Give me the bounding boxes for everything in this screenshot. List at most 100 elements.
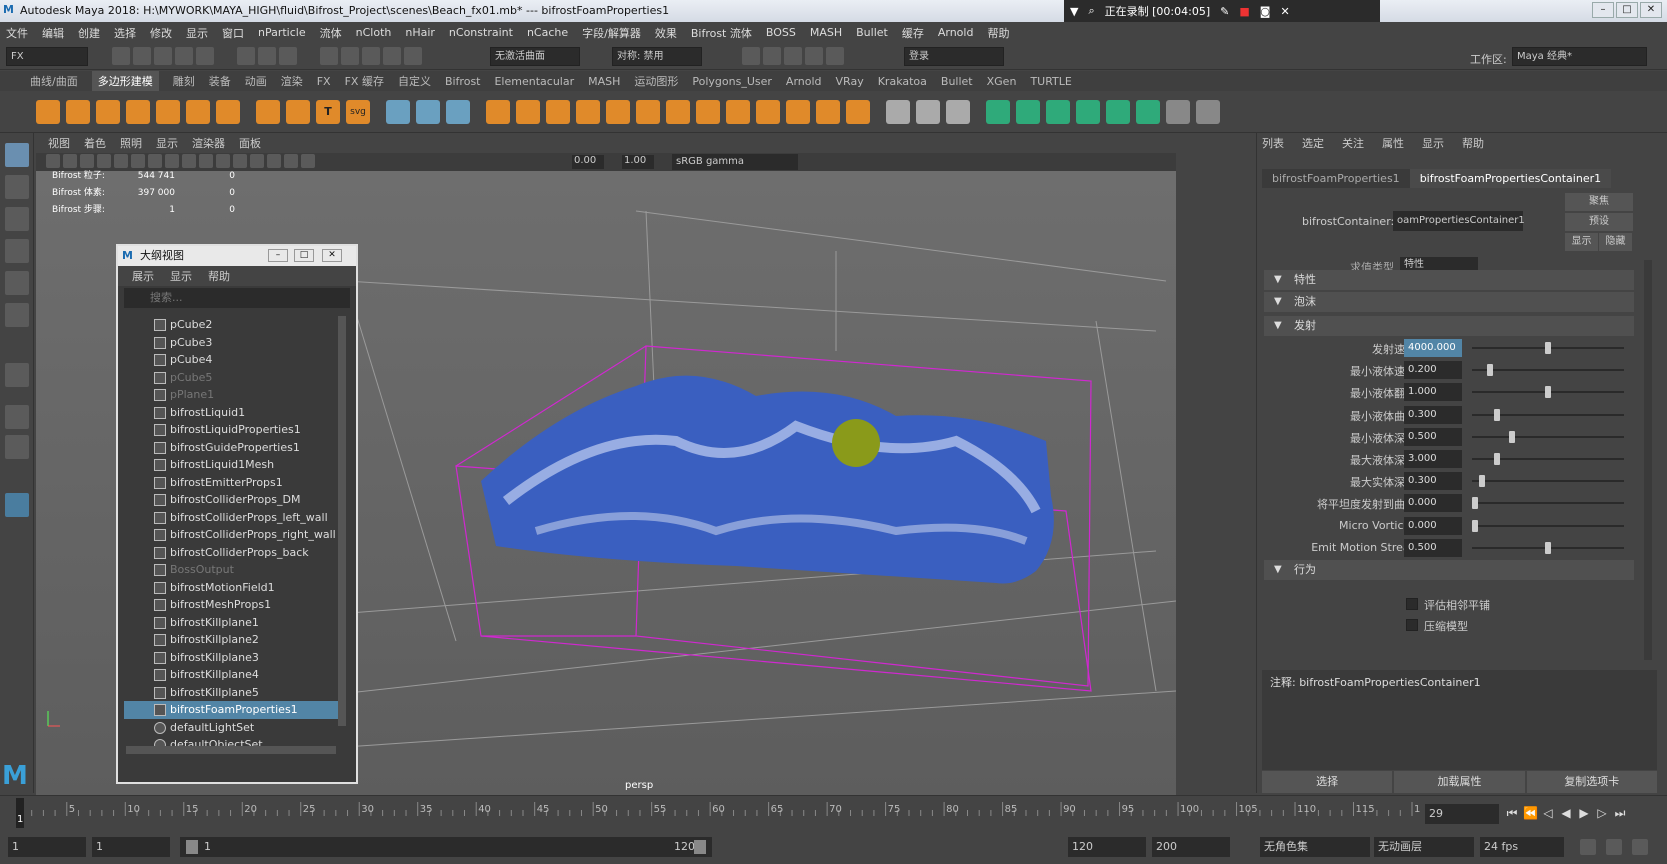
render-view-icon[interactable] <box>742 47 760 65</box>
slider-handle[interactable] <box>1493 453 1500 465</box>
attr-slider[interactable] <box>1472 430 1624 443</box>
outliner-item[interactable]: bifrostKillplane3 <box>124 649 338 667</box>
color-space-select[interactable]: sRGB gamma <box>672 154 798 170</box>
close-button[interactable]: ✕ <box>1640 2 1662 18</box>
camera-icon[interactable]: ◙ <box>1260 5 1271 18</box>
quad-draw-icon[interactable] <box>816 99 840 124</box>
attr-slider[interactable] <box>1472 497 1624 510</box>
end-time-field[interactable]: 200 <box>1152 837 1230 857</box>
step-forward-icon[interactable]: ▷ <box>1595 806 1609 820</box>
pen-icon[interactable]: ✎ <box>1220 5 1229 18</box>
attr-tab[interactable]: bifrostFoamPropertiesContainer1 <box>1409 168 1612 188</box>
image-plane-icon[interactable] <box>97 154 111 168</box>
viewport-menu-item[interactable]: 面板 <box>239 135 261 151</box>
range-start-handle[interactable] <box>186 840 198 854</box>
slider-handle[interactable] <box>1486 364 1493 377</box>
outliner-item[interactable]: bifrostMeshProps1 <box>124 596 338 614</box>
range-start-field[interactable]: 1 <box>92 837 170 857</box>
shelf-tab[interactable]: 雕刻 <box>173 73 195 89</box>
menu-item[interactable]: nCloth <box>356 26 392 39</box>
safe-action-icon[interactable] <box>165 154 179 168</box>
combine-icon[interactable] <box>386 99 410 124</box>
outliner-item[interactable]: bifrostKillplane4 <box>124 666 338 684</box>
poly-platonic-icon[interactable] <box>256 99 280 124</box>
slider-handle[interactable] <box>1545 342 1551 354</box>
type-icon[interactable]: T <box>316 99 340 124</box>
smooth-icon[interactable] <box>446 99 470 124</box>
viewport-menu-item[interactable]: 渲染器 <box>192 135 225 151</box>
exposure-field[interactable]: 0.00 <box>572 155 604 169</box>
menu-item[interactable]: nHair <box>405 26 435 39</box>
shelf-tab[interactable]: Arnold <box>786 75 822 88</box>
split-icon[interactable] <box>696 99 720 124</box>
outliner-item[interactable]: bifrostKillplane1 <box>124 614 338 632</box>
attr-menu-item[interactable]: 帮助 <box>1462 135 1484 151</box>
checkbox[interactable] <box>1406 598 1418 610</box>
outliner-item[interactable]: bifrostColliderProps_DM <box>124 491 338 509</box>
minimize-button[interactable]: – <box>268 249 288 262</box>
menu-item[interactable]: 效果 <box>655 25 677 41</box>
poly-cone-icon[interactable] <box>126 99 150 124</box>
shelf-tab[interactable]: 曲线/曲面 <box>30 73 78 89</box>
menu-item[interactable]: nCache <box>527 26 568 39</box>
time-slider[interactable]: 5 10 15 20 25 30 35 40 45 50 55 60 65 70 75 80 85 90 95 100… <box>0 795 1667 831</box>
attr-menu-item[interactable]: 选定 <box>1302 135 1324 151</box>
shelf-tab[interactable]: FX 缓存 <box>345 73 384 89</box>
menu-item[interactable]: 字段/解算器 <box>582 25 641 41</box>
offset-loop-icon[interactable] <box>756 99 780 124</box>
attr-menu-item[interactable]: 属性 <box>1382 135 1404 151</box>
slider-handle[interactable] <box>1508 430 1515 443</box>
slider-handle[interactable] <box>1479 475 1486 488</box>
menu-item[interactable]: nConstraint <box>449 26 513 39</box>
play-forward-icon[interactable]: ▶ <box>1577 806 1591 820</box>
uv-planar-icon[interactable] <box>986 99 1010 124</box>
snap-curve-icon[interactable] <box>341 47 359 65</box>
extrude-icon[interactable] <box>486 99 510 124</box>
shelf-tab[interactable]: FX <box>317 75 331 88</box>
shelf-tab[interactable]: 渲染 <box>281 73 303 89</box>
attr-bottom-button[interactable]: 加载属性 <box>1394 771 1525 793</box>
attr-side-button[interactable]: 隐藏 <box>1599 233 1632 251</box>
slider-handle[interactable] <box>1545 541 1551 554</box>
outliner-item[interactable]: pCube3 <box>124 334 338 352</box>
paint-select-icon[interactable] <box>5 207 29 231</box>
menu-item[interactable]: Bullet <box>856 26 888 39</box>
bevel-icon[interactable] <box>546 99 570 124</box>
slider-handle[interactable] <box>1472 497 1478 510</box>
attr-menu-item[interactable]: 显示 <box>1422 135 1444 151</box>
render-settings-icon[interactable] <box>805 47 823 65</box>
maximize-button[interactable]: □ <box>1616 2 1638 18</box>
viewport-menu-item[interactable]: 显示 <box>156 135 178 151</box>
close-recording-icon[interactable]: ✕ <box>1280 5 1289 18</box>
bool-icon[interactable] <box>606 99 630 124</box>
current-frame-field[interactable]: 29 <box>1425 804 1499 824</box>
outliner-scrollbar[interactable] <box>338 316 346 726</box>
menu-item[interactable]: 帮助 <box>987 25 1009 41</box>
outliner-item[interactable]: bifrostKillplane5 <box>124 684 338 702</box>
shelf-tab[interactable]: XGen <box>987 75 1017 88</box>
attr-menu-item[interactable]: 关注 <box>1342 135 1364 151</box>
fps-select[interactable]: 24 fps <box>1480 837 1564 857</box>
outliner-menu-item[interactable]: 展示 <box>132 268 154 284</box>
move-tool-icon[interactable] <box>5 239 29 263</box>
outliner-menu-item[interactable]: 显示 <box>170 268 192 284</box>
notes-panel[interactable]: 注释: bifrostFoamPropertiesContainer1 <box>1262 670 1657 770</box>
step-back-icon[interactable]: ◁ <box>1541 806 1555 820</box>
attr-value-field[interactable]: 3.000 <box>1404 450 1462 468</box>
knife-icon[interactable] <box>946 99 970 124</box>
outliner-search-input[interactable]: 搜索... <box>124 288 350 308</box>
loop-icon[interactable] <box>1580 839 1596 855</box>
menu-item[interactable]: 显示 <box>186 25 208 41</box>
uv-sew-icon[interactable] <box>1196 99 1220 124</box>
single-view-icon[interactable] <box>5 363 29 387</box>
uv-spherical-icon[interactable] <box>1046 99 1070 124</box>
outliner-item[interactable]: BossOutput <box>124 561 338 579</box>
section-header[interactable]: 发射 <box>1264 316 1634 336</box>
attr-value-field[interactable]: 1.000 <box>1404 383 1462 402</box>
outliner-item[interactable]: bifrostColliderProps_left_wall <box>124 509 338 527</box>
go-end-icon[interactable]: ⏭ <box>1613 806 1627 820</box>
attr-value-field[interactable]: 0.500 <box>1404 427 1462 446</box>
outliner-titlebar[interactable]: M 大纲视图 – □ ✕ <box>118 246 356 266</box>
save-scene-icon[interactable] <box>154 47 172 65</box>
wireframe-icon[interactable] <box>182 154 196 168</box>
